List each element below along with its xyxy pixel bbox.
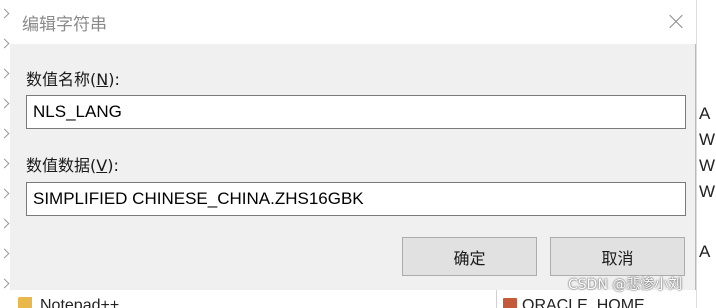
chevron-right-icon[interactable]	[0, 158, 10, 169]
truncated-value-text: W	[699, 182, 716, 201]
value-data-accesskey: V	[96, 156, 108, 175]
dialog-titlebar[interactable]: 编辑字符串	[10, 0, 696, 44]
screen: A W W W A Notepad++ ORACLE_HOME 编辑字符串 数值…	[0, 0, 716, 308]
value-name-accesskey: N	[96, 70, 109, 89]
watermark: CSDN @悲惨小刘	[568, 277, 683, 293]
dialog-title: 编辑字符串	[22, 15, 107, 35]
pane-divider[interactable]	[496, 288, 497, 308]
value-data-label: 数值数据(V):	[26, 156, 119, 175]
cancel-button[interactable]: 取消	[550, 237, 685, 276]
value-item-oracle-home[interactable]: ORACLE_HOME	[522, 297, 645, 308]
tree-item-notepad[interactable]: Notepad++	[40, 297, 119, 308]
truncated-value-text: A	[699, 242, 711, 261]
registry-values-edge: A W W W A	[696, 0, 716, 308]
string-value-icon	[503, 298, 517, 308]
chevron-right-icon[interactable]	[0, 218, 10, 229]
ok-button[interactable]: 确定	[402, 237, 537, 276]
value-name-field[interactable]	[26, 95, 686, 129]
value-name-label: 数值名称(N):	[26, 70, 120, 89]
close-button[interactable]	[656, 0, 696, 44]
truncated-value-text: W	[699, 156, 716, 175]
edit-string-dialog: 编辑字符串 数值名称(N): 数值数据(V): 确定 取消	[10, 0, 696, 290]
chevron-right-icon[interactable]	[0, 188, 10, 199]
truncated-value-text: A	[699, 104, 711, 123]
chevron-right-icon[interactable]	[0, 98, 10, 109]
chevron-right-icon[interactable]	[0, 68, 10, 79]
chevron-right-icon[interactable]	[0, 8, 10, 19]
folder-icon	[18, 297, 32, 308]
chevron-right-icon[interactable]	[0, 278, 10, 289]
value-data-field[interactable]	[26, 182, 686, 216]
truncated-value-text: W	[699, 130, 716, 149]
chevron-right-icon[interactable]	[0, 248, 10, 259]
chevron-right-icon[interactable]	[0, 128, 10, 139]
chevron-right-icon[interactable]	[0, 38, 10, 49]
